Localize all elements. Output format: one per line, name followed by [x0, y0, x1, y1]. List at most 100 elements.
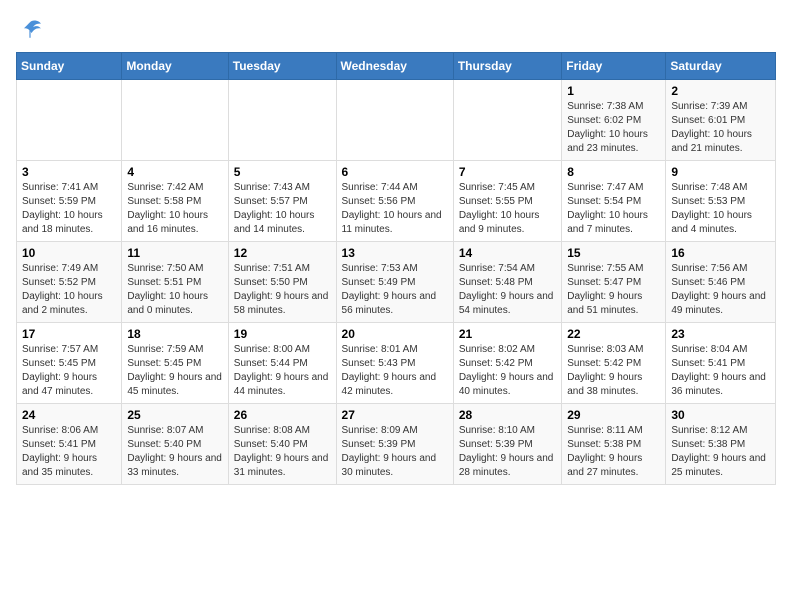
calendar-cell: 22 Sunrise: 8:03 AM Sunset: 5:42 PM Dayli…	[562, 323, 666, 404]
day-number: 4	[127, 165, 222, 179]
day-number: 23	[671, 327, 770, 341]
day-number: 9	[671, 165, 770, 179]
day-info: Sunrise: 7:48 AM Sunset: 5:53 PM Dayligh…	[671, 181, 770, 237]
day-number: 27	[342, 408, 448, 422]
calendar-cell: 7 Sunrise: 7:45 AM Sunset: 5:55 PM Daylig…	[453, 161, 561, 242]
day-number: 19	[234, 327, 331, 341]
day-info: Sunrise: 7:50 AM Sunset: 5:51 PM Dayligh…	[127, 262, 222, 318]
calendar-cell: 29 Sunrise: 8:11 AM Sunset: 5:38 PM Dayli…	[562, 404, 666, 485]
calendar-cell: 13 Sunrise: 7:53 AM Sunset: 5:49 PM Dayli…	[336, 242, 453, 323]
day-number: 10	[22, 246, 116, 260]
calendar-cell: 21 Sunrise: 8:02 AM Sunset: 5:42 PM Dayli…	[453, 323, 561, 404]
calendar-cell: 8 Sunrise: 7:47 AM Sunset: 5:54 PM Daylig…	[562, 161, 666, 242]
day-info: Sunrise: 7:43 AM Sunset: 5:57 PM Dayligh…	[234, 181, 331, 237]
day-number: 14	[459, 246, 556, 260]
calendar-week-row: 3Sunrise: 7:41 AM Sunset: 5:59 PM Daylig…	[17, 161, 776, 242]
weekday-header: Wednesday	[336, 53, 453, 80]
day-number: 12	[234, 246, 331, 260]
weekday-header: Sunday	[17, 53, 122, 80]
day-number: 7	[459, 165, 556, 179]
day-info: Sunrise: 7:45 AM Sunset: 5:55 PM Dayligh…	[459, 181, 556, 237]
day-number: 2	[671, 84, 770, 98]
calendar-cell: 9 Sunrise: 7:48 AM Sunset: 5:53 PM Daylig…	[666, 161, 776, 242]
logo-icon	[16, 16, 44, 44]
day-number: 30	[671, 408, 770, 422]
calendar-week-row: 17 Sunrise: 7:57 AM Sunset: 5:45 PM Dayli…	[17, 323, 776, 404]
calendar-table: SundayMondayTuesdayWednesdayThursdayFrid…	[16, 52, 776, 485]
day-number: 18	[127, 327, 222, 341]
day-info: Sunrise: 8:03 AM Sunset: 5:42 PM Dayligh…	[567, 343, 660, 399]
calendar-week-row: 10 Sunrise: 7:49 AM Sunset: 5:52 PM Dayli…	[17, 242, 776, 323]
weekday-header: Monday	[122, 53, 228, 80]
day-info: Sunrise: 7:53 AM Sunset: 5:49 PM Dayligh…	[342, 262, 448, 318]
calendar-cell: 26Sunrise: 8:08 AM Sunset: 5:40 PM Dayli…	[228, 404, 336, 485]
day-info: Sunrise: 8:01 AM Sunset: 5:43 PM Dayligh…	[342, 343, 448, 399]
calendar-cell: 2 Sunrise: 7:39 AM Sunset: 6:01 PM Daylig…	[666, 80, 776, 161]
weekday-header: Friday	[562, 53, 666, 80]
day-number: 17	[22, 327, 116, 341]
day-info: Sunrise: 8:06 AM Sunset: 5:41 PM Dayligh…	[22, 424, 116, 480]
day-info: Sunrise: 7:59 AM Sunset: 5:45 PM Dayligh…	[127, 343, 222, 399]
day-number: 1	[567, 84, 660, 98]
day-info: Sunrise: 7:44 AM Sunset: 5:56 PM Dayligh…	[342, 181, 448, 237]
calendar-cell: 3Sunrise: 7:41 AM Sunset: 5:59 PM Daylig…	[17, 161, 122, 242]
calendar-cell: 25 Sunrise: 8:07 AM Sunset: 5:40 PM Dayli…	[122, 404, 228, 485]
calendar-cell: 27 Sunrise: 8:09 AM Sunset: 5:39 PM Dayli…	[336, 404, 453, 485]
calendar-cell: 24 Sunrise: 8:06 AM Sunset: 5:41 PM Dayli…	[17, 404, 122, 485]
day-info: Sunrise: 7:49 AM Sunset: 5:52 PM Dayligh…	[22, 262, 116, 318]
day-number: 29	[567, 408, 660, 422]
calendar-cell: 15Sunrise: 7:55 AM Sunset: 5:47 PM Dayli…	[562, 242, 666, 323]
day-info: Sunrise: 7:54 AM Sunset: 5:48 PM Dayligh…	[459, 262, 556, 318]
calendar-cell: 18 Sunrise: 7:59 AM Sunset: 5:45 PM Dayli…	[122, 323, 228, 404]
day-number: 22	[567, 327, 660, 341]
day-info: Sunrise: 7:57 AM Sunset: 5:45 PM Dayligh…	[22, 343, 116, 399]
day-info: Sunrise: 8:08 AM Sunset: 5:40 PM Dayligh…	[234, 424, 331, 480]
calendar-cell: 10 Sunrise: 7:49 AM Sunset: 5:52 PM Dayli…	[17, 242, 122, 323]
calendar-cell: 17 Sunrise: 7:57 AM Sunset: 5:45 PM Dayli…	[17, 323, 122, 404]
day-info: Sunrise: 7:51 AM Sunset: 5:50 PM Dayligh…	[234, 262, 331, 318]
calendar-cell: 14 Sunrise: 7:54 AM Sunset: 5:48 PM Dayli…	[453, 242, 561, 323]
day-number: 11	[127, 246, 222, 260]
calendar-cell	[453, 80, 561, 161]
day-info: Sunrise: 7:55 AM Sunset: 5:47 PM Dayligh…	[567, 262, 660, 318]
day-info: Sunrise: 8:04 AM Sunset: 5:41 PM Dayligh…	[671, 343, 770, 399]
day-info: Sunrise: 8:10 AM Sunset: 5:39 PM Dayligh…	[459, 424, 556, 480]
day-info: Sunrise: 8:07 AM Sunset: 5:40 PM Dayligh…	[127, 424, 222, 480]
day-number: 5	[234, 165, 331, 179]
day-number: 8	[567, 165, 660, 179]
weekday-header: Saturday	[666, 53, 776, 80]
calendar-cell: 28Sunrise: 8:10 AM Sunset: 5:39 PM Dayli…	[453, 404, 561, 485]
day-info: Sunrise: 8:12 AM Sunset: 5:38 PM Dayligh…	[671, 424, 770, 480]
calendar-cell: 19 Sunrise: 8:00 AM Sunset: 5:44 PM Dayli…	[228, 323, 336, 404]
day-number: 24	[22, 408, 116, 422]
day-number: 25	[127, 408, 222, 422]
calendar-cell	[122, 80, 228, 161]
calendar-cell: 1Sunrise: 7:38 AM Sunset: 6:02 PM Daylig…	[562, 80, 666, 161]
header-row: SundayMondayTuesdayWednesdayThursdayFrid…	[17, 53, 776, 80]
calendar-week-row: 1Sunrise: 7:38 AM Sunset: 6:02 PM Daylig…	[17, 80, 776, 161]
calendar-cell: 11 Sunrise: 7:50 AM Sunset: 5:51 PM Dayli…	[122, 242, 228, 323]
calendar-cell: 5 Sunrise: 7:43 AM Sunset: 5:57 PM Daylig…	[228, 161, 336, 242]
logo	[16, 16, 48, 44]
calendar-cell: 30 Sunrise: 8:12 AM Sunset: 5:38 PM Dayli…	[666, 404, 776, 485]
day-number: 20	[342, 327, 448, 341]
calendar-cell	[228, 80, 336, 161]
calendar-cell: 6 Sunrise: 7:44 AM Sunset: 5:56 PM Daylig…	[336, 161, 453, 242]
weekday-header: Tuesday	[228, 53, 336, 80]
day-number: 6	[342, 165, 448, 179]
day-number: 21	[459, 327, 556, 341]
day-info: Sunrise: 7:39 AM Sunset: 6:01 PM Dayligh…	[671, 100, 770, 156]
day-number: 13	[342, 246, 448, 260]
day-info: Sunrise: 7:47 AM Sunset: 5:54 PM Dayligh…	[567, 181, 660, 237]
calendar-cell: 23 Sunrise: 8:04 AM Sunset: 5:41 PM Dayli…	[666, 323, 776, 404]
day-info: Sunrise: 8:02 AM Sunset: 5:42 PM Dayligh…	[459, 343, 556, 399]
day-info: Sunrise: 8:00 AM Sunset: 5:44 PM Dayligh…	[234, 343, 331, 399]
calendar-cell	[17, 80, 122, 161]
day-info: Sunrise: 8:11 AM Sunset: 5:38 PM Dayligh…	[567, 424, 660, 480]
day-info: Sunrise: 8:09 AM Sunset: 5:39 PM Dayligh…	[342, 424, 448, 480]
header	[16, 16, 776, 44]
calendar-cell: 4Sunrise: 7:42 AM Sunset: 5:58 PM Daylig…	[122, 161, 228, 242]
weekday-header: Thursday	[453, 53, 561, 80]
calendar-cell	[336, 80, 453, 161]
calendar-week-row: 24 Sunrise: 8:06 AM Sunset: 5:41 PM Dayli…	[17, 404, 776, 485]
